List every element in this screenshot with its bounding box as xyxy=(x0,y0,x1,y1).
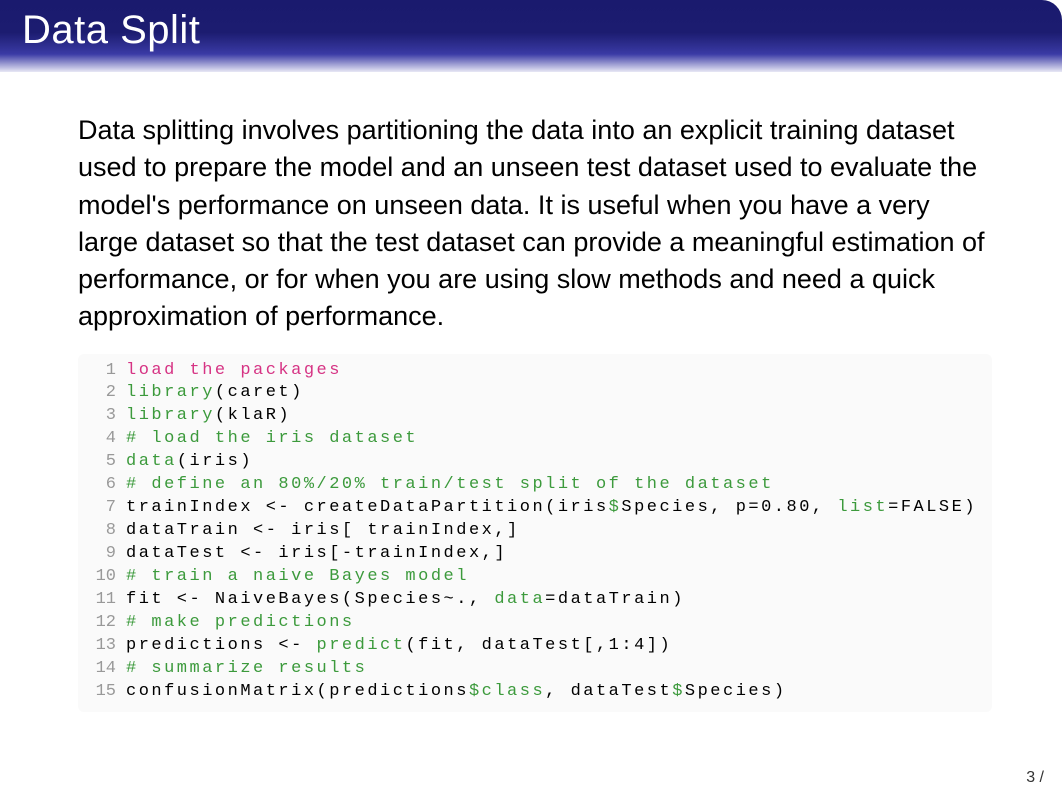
code-token: library xyxy=(126,382,215,405)
code-line: 7 trainIndex <- createDataPartition(iris$… xyxy=(86,497,984,520)
code-line: 15 confusionMatrix(predictions$class, dat… xyxy=(86,681,984,704)
line-number: 9 xyxy=(86,543,116,566)
code-line: 6 # define an 80%/20% train/test split of… xyxy=(86,474,984,497)
code-token: # summarize results xyxy=(126,658,367,681)
line-number: 12 xyxy=(86,612,116,635)
code-token: $ xyxy=(672,681,685,704)
line-number: 4 xyxy=(86,428,116,451)
line-number: 2 xyxy=(86,382,116,405)
code-token: $class xyxy=(469,681,545,704)
slide-content: Data splitting involves partitioning the… xyxy=(0,72,1062,712)
code-token: predictions <- xyxy=(126,635,317,658)
line-number: 1 xyxy=(86,360,116,383)
code-listing: 1 load the packages 2 library(caret) 3 librar… xyxy=(78,354,992,712)
code-line: 10 # train a naive Bayes model xyxy=(86,566,984,589)
code-token: =dataTrain) xyxy=(545,589,685,612)
code-line: 11 fit <- NaiveBayes(Species~., data=data… xyxy=(86,589,984,612)
line-number: 6 xyxy=(86,474,116,497)
code-token: library xyxy=(126,405,215,428)
code-token: (iris) xyxy=(177,451,253,474)
code-token: $ xyxy=(609,497,622,520)
code-token: trainIndex <- createDataPartition(iris xyxy=(126,497,609,520)
code-line: 4 # load the iris dataset xyxy=(86,428,984,451)
code-token: confusionMatrix(predictions xyxy=(126,681,469,704)
line-number: 10 xyxy=(86,566,116,589)
code-token: (klaR) xyxy=(215,405,291,428)
code-token: fit <- NaiveBayes(Species~., xyxy=(126,589,494,612)
slide: Data Split Data splitting involves parti… xyxy=(0,0,1062,797)
slide-title: Data Split xyxy=(22,8,1040,53)
code-line: 12 # make predictions xyxy=(86,612,984,635)
line-number: 5 xyxy=(86,451,116,474)
body-paragraph: Data splitting involves partitioning the… xyxy=(78,112,992,336)
code-line: 14 # summarize results xyxy=(86,658,984,681)
line-number: 15 xyxy=(86,681,116,704)
code-token: dataTest <- iris[-trainIndex,] xyxy=(126,543,507,566)
code-token: Species) xyxy=(685,681,787,704)
code-line: 8 dataTrain <- iris[ trainIndex,] xyxy=(86,520,984,543)
code-token: (fit, dataTest[,1:4]) xyxy=(405,635,672,658)
code-line: 9 dataTest <- iris[-trainIndex,] xyxy=(86,543,984,566)
title-bar: Data Split xyxy=(0,0,1062,72)
code-token: =FALSE) xyxy=(888,497,977,520)
code-token: (caret) xyxy=(215,382,304,405)
code-token: # load the iris dataset xyxy=(126,428,418,451)
code-token: # train a naive Bayes model xyxy=(126,566,469,589)
code-token: predict xyxy=(317,635,406,658)
code-token: load the packages xyxy=(126,360,342,383)
line-number: 8 xyxy=(86,520,116,543)
line-number: 14 xyxy=(86,658,116,681)
code-token: Species, p=0.80, xyxy=(621,497,837,520)
line-number: 11 xyxy=(86,589,116,612)
line-number: 13 xyxy=(86,635,116,658)
code-line: 5 data(iris) xyxy=(86,451,984,474)
code-token: # define an 80%/20% train/test split of … xyxy=(126,474,774,497)
code-token: list xyxy=(837,497,888,520)
code-line: 13 predictions <- predict(fit, dataTest[,… xyxy=(86,635,984,658)
page-number: 3 / xyxy=(1026,769,1044,787)
code-token: data xyxy=(126,451,177,474)
code-line: 1 load the packages xyxy=(86,360,984,383)
line-number: 7 xyxy=(86,497,116,520)
code-token: data xyxy=(494,589,545,612)
code-line: 2 library(caret) xyxy=(86,382,984,405)
line-number: 3 xyxy=(86,405,116,428)
code-token: dataTrain <- iris[ trainIndex,] xyxy=(126,520,520,543)
code-line: 3 library(klaR) xyxy=(86,405,984,428)
code-token: # make predictions xyxy=(126,612,355,635)
code-token: , dataTest xyxy=(545,681,672,704)
